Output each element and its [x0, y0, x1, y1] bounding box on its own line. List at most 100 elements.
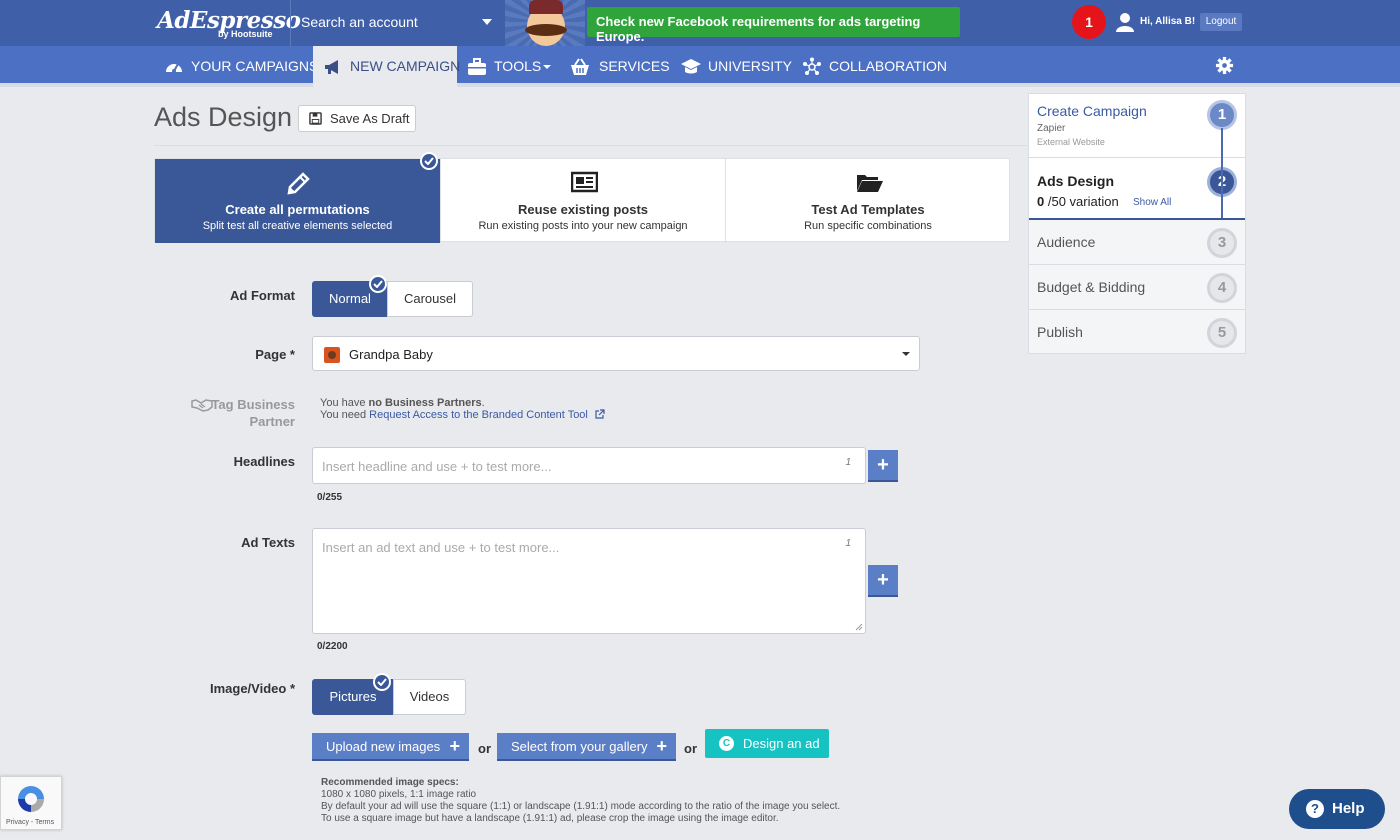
or-separator: or	[478, 741, 491, 756]
specs-title: Recommended image specs:	[321, 777, 459, 788]
gear-icon[interactable]	[1215, 56, 1234, 75]
mode-subtitle: Run specific combinations	[804, 220, 932, 232]
network-icon	[803, 57, 821, 75]
nav-new-campaign[interactable]: NEW CAMPAIGN	[313, 46, 460, 87]
logout-button[interactable]: Logout	[1200, 13, 1242, 31]
tag-partner-label: Tag Business Partner	[211, 397, 295, 429]
ad-text-char-count: 0/2200	[317, 641, 348, 652]
caret-down-icon[interactable]	[482, 19, 492, 25]
save-draft-label: Save As Draft	[330, 111, 410, 126]
nav-label: YOUR CAMPAIGNS	[191, 58, 319, 74]
design-ad-label: Design an ad	[743, 736, 820, 751]
nav-services[interactable]: SERVICES	[570, 46, 670, 87]
newspaper-icon	[571, 171, 598, 193]
top-bar: AdEspresso by Hootsuite Search an accoun…	[0, 0, 1400, 46]
promo-banner[interactable]: Check new Facebook requirements for ads …	[587, 7, 960, 44]
nav-collaboration[interactable]: COLLABORATION	[802, 46, 947, 87]
step-number: 5	[1207, 318, 1237, 348]
nav-label: SERVICES	[599, 58, 670, 74]
ad-format-carousel[interactable]: Carousel	[387, 281, 473, 317]
save-draft-button[interactable]: Save As Draft	[298, 105, 416, 132]
mascot-image	[505, 0, 585, 46]
selected-check-icon	[369, 275, 387, 293]
canva-icon: C	[719, 736, 734, 751]
mascot-mustache	[525, 24, 567, 36]
headline-index: 1	[845, 457, 851, 468]
ad-text-textarea[interactable]: Insert an ad text and use + to test more…	[312, 528, 866, 634]
specs-line: To use a square image but have a landsca…	[321, 813, 779, 824]
nav-label: UNIVERSITY	[708, 58, 793, 74]
step-number: 1	[1207, 100, 1237, 130]
headline-input[interactable]: Insert headline and use + to test more..…	[312, 447, 866, 484]
upload-images-button[interactable]: Upload new images +	[312, 733, 469, 761]
step-create-campaign[interactable]: Create Campaign Zapier External Website …	[1029, 94, 1245, 158]
nav-label: COLLABORATION	[829, 58, 947, 74]
step-ads-design[interactable]: Ads Design 0 /50 variation Show All 2	[1029, 158, 1245, 220]
page-select[interactable]: Grandpa Baby	[312, 336, 920, 371]
mode-test-templates[interactable]: Test Ad Templates Run specific combinati…	[725, 159, 1010, 243]
help-label: Help	[1332, 800, 1365, 817]
step-audience[interactable]: Audience 3	[1029, 220, 1245, 265]
ad-format-label: Ad Format	[230, 288, 295, 303]
step-connector	[1221, 128, 1223, 218]
partner-text: .	[481, 397, 485, 409]
mode-create-permutations[interactable]: Create all permutations Split test all c…	[155, 159, 440, 243]
user-icon[interactable]	[1115, 12, 1135, 32]
media-videos-tab[interactable]: Videos	[393, 679, 466, 715]
step-title: Budget & Bidding	[1037, 279, 1146, 295]
nav-label: TOOLS	[494, 58, 542, 74]
mode-title: Test Ad Templates	[811, 202, 925, 217]
specs-line: 1080 x 1080 pixels, 1:1 image ratio	[321, 789, 477, 800]
step-budget-bidding[interactable]: Budget & Bidding 4	[1029, 265, 1245, 310]
or-separator: or	[684, 741, 697, 756]
recaptcha-badge[interactable]: Privacy - Terms	[0, 776, 62, 830]
help-button[interactable]: ? Help	[1289, 789, 1385, 829]
design-ad-button[interactable]: C Design an ad	[705, 729, 829, 758]
add-headline-button[interactable]: +	[868, 450, 898, 482]
nav-your-campaigns[interactable]: YOUR CAMPAIGNS	[164, 46, 318, 87]
dashboard-icon	[166, 63, 182, 73]
briefcase-icon	[468, 58, 486, 75]
add-ad-text-button[interactable]: +	[868, 565, 898, 597]
mode-reuse-posts[interactable]: Reuse existing posts Run existing posts …	[440, 159, 725, 243]
select-gallery-button[interactable]: Select from your gallery +	[497, 733, 676, 761]
mode-subtitle: Split test all creative elements selecte…	[202, 220, 393, 232]
partner-info: You have no Business Partners. You need …	[320, 397, 605, 421]
nav-tools[interactable]: TOOLS	[467, 46, 552, 87]
floppy-disk-icon	[309, 112, 322, 125]
partner-text-bold: no Business Partners	[368, 397, 482, 409]
step-number: 3	[1207, 228, 1237, 258]
specs-line: By default your ad will use the square (…	[321, 801, 841, 812]
divider	[154, 145, 1027, 146]
pencil-icon	[287, 172, 310, 195]
page-select-value: Grandpa Baby	[349, 347, 433, 362]
recaptcha-icon	[18, 786, 44, 812]
partner-text: You need	[320, 409, 370, 421]
ad-text-placeholder: Insert an ad text and use + to test more…	[322, 540, 560, 555]
page-title: Ads Design	[154, 102, 293, 132]
notification-badge[interactable]: 1	[1072, 5, 1106, 39]
upload-images-label: Upload new images	[326, 739, 441, 754]
nav-university[interactable]: UNIVERSITY	[681, 46, 792, 87]
account-search-dropdown[interactable]: Search an account	[291, 0, 501, 46]
variation-number: 0	[1037, 194, 1045, 209]
step-title: Create Campaign	[1037, 103, 1147, 119]
basket-icon	[571, 58, 589, 75]
recaptcha-links[interactable]: Privacy - Terms	[6, 819, 54, 826]
design-mode-selector: Create all permutations Split test all c…	[154, 158, 1010, 243]
selected-check-icon	[420, 152, 438, 170]
page-avatar	[324, 347, 340, 363]
step-publish[interactable]: Publish 5	[1029, 310, 1245, 354]
external-link-icon[interactable]	[595, 409, 605, 419]
step-title: Publish	[1037, 324, 1083, 340]
mode-subtitle: Run existing posts into your new campaig…	[478, 220, 688, 232]
show-all-link[interactable]: Show All	[1133, 197, 1171, 208]
variation-label: /50 variation	[1047, 194, 1119, 209]
caret-down-icon	[543, 65, 551, 69]
page-label: Page *	[255, 347, 295, 362]
user-greeting[interactable]: Hi, Allisa B!	[1140, 16, 1195, 27]
plus-icon: +	[449, 736, 460, 756]
resize-handle-icon[interactable]	[855, 623, 863, 631]
mode-title: Reuse existing posts	[517, 202, 649, 217]
branded-content-link[interactable]: Request Access to the Branded Content To…	[369, 409, 588, 421]
